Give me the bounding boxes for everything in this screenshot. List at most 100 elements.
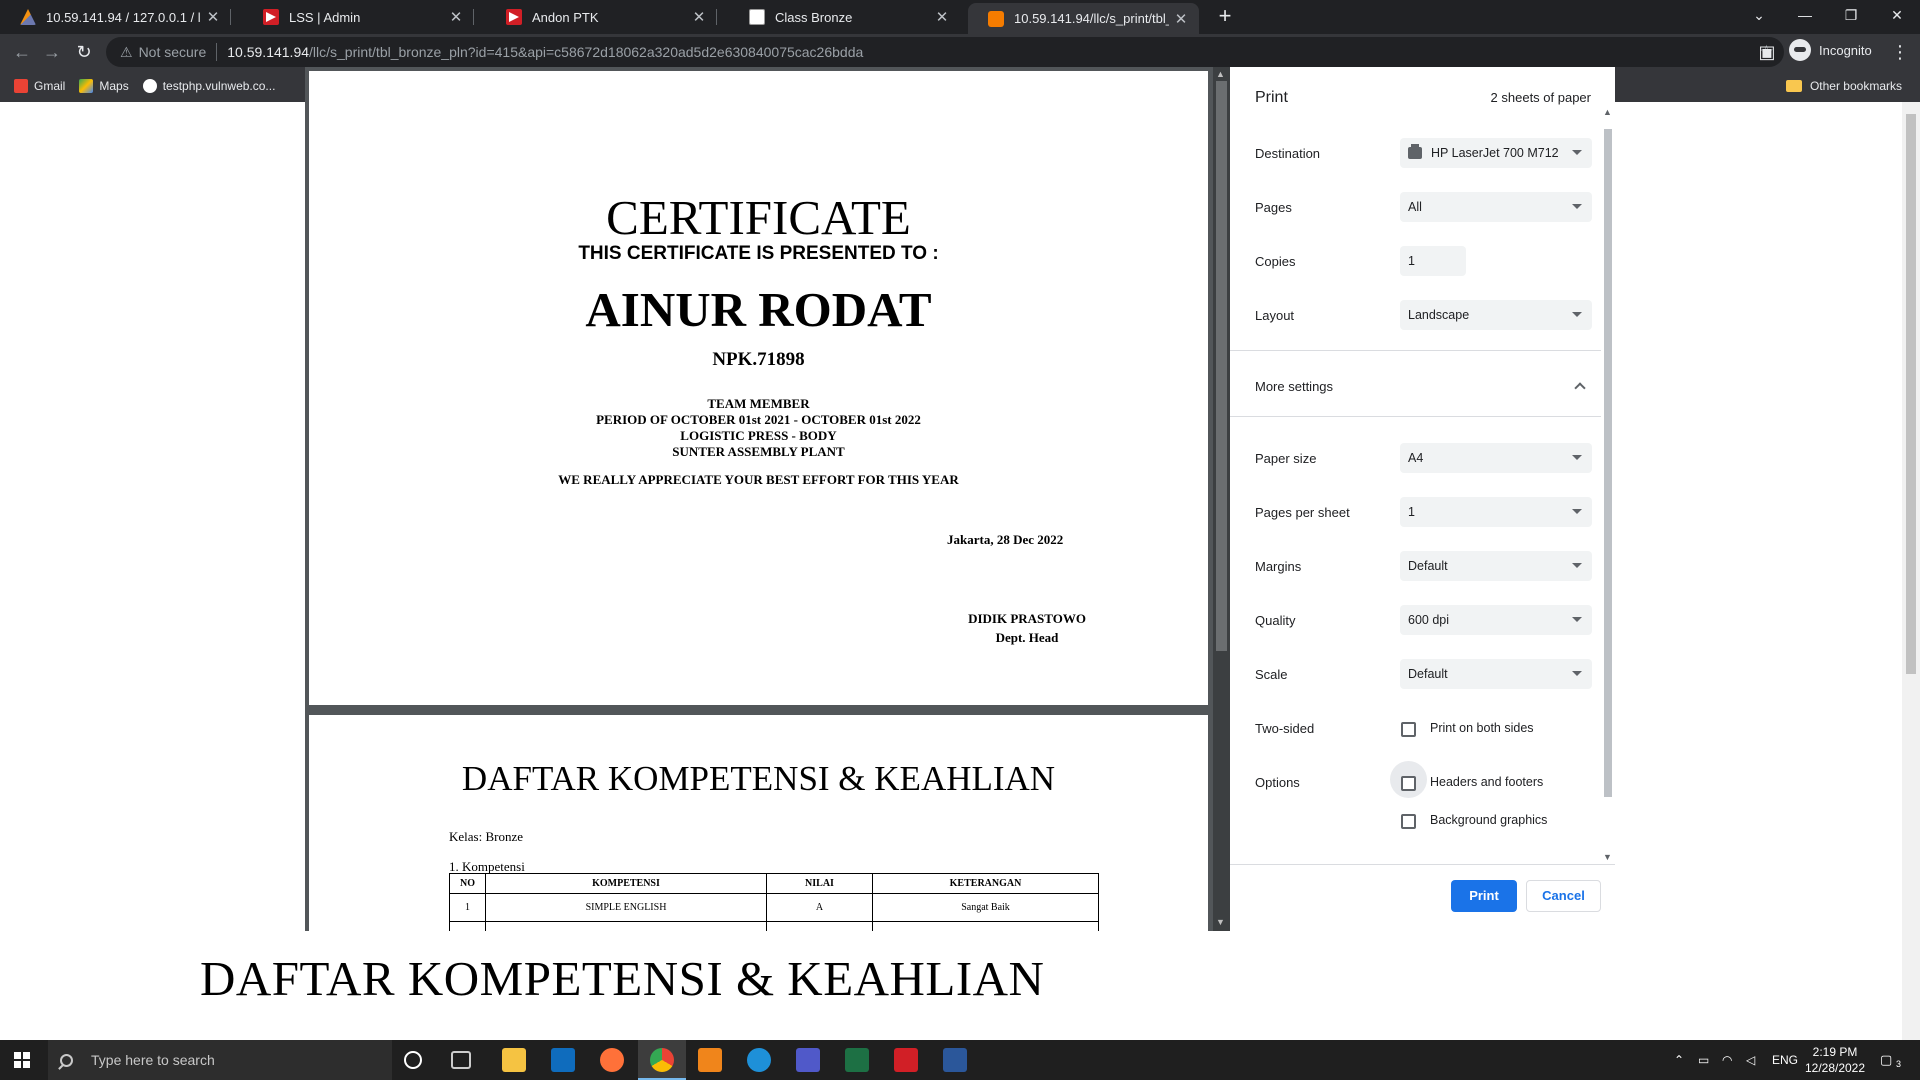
other-bookmarks-label: Other bookmarks [1809,79,1902,93]
two-sided-checkbox[interactable] [1401,722,1416,737]
table-cell: Sangat Baik [872,893,1099,922]
windows-taskbar: Type here to search ⌃ ▭ ◠ ◁ ENG 2:19 PM … [0,1040,1920,1080]
tab-title: 10.59.141.94 / 127.0.0.1 / llc / tbl [46,9,201,25]
firefox-icon[interactable] [600,1048,624,1072]
close-window-icon[interactable]: ✕ [1874,0,1920,30]
scroll-up-icon[interactable]: ▲ [1603,107,1612,117]
headers-footers-checkbox[interactable] [1401,776,1416,791]
wifi-icon[interactable]: ◠ [1722,1040,1732,1080]
background-graphics-checkbox[interactable] [1401,814,1416,829]
google-icon [142,79,157,93]
language-indicator[interactable]: ENG [1772,1040,1798,1080]
scroll-thumb[interactable] [1906,114,1916,674]
sublime-text-icon[interactable] [698,1048,722,1072]
incognito-badge[interactable]: Incognito [1789,39,1872,61]
period-line: PERIOD OF OCTOBER 01st 2021 - OCTOBER 01… [596,412,921,427]
system-clock[interactable]: 2:19 PM 12/28/2022 [1800,1044,1870,1076]
close-icon[interactable]: ✕ [687,8,711,26]
preview-scrollbar[interactable]: ▲ ▼ [1213,67,1230,931]
layout-select[interactable]: Landscape [1400,300,1592,330]
chrome-icon[interactable] [650,1048,674,1072]
address-bar[interactable]: ⚠ Not secure 10.59.141.94 /llc/s_print/t… [106,37,1784,67]
teams-icon[interactable] [796,1048,820,1072]
layout-value: Landscape [1408,308,1470,322]
preview-page-2: DAFTAR KOMPETENSI & KEAHLIAN Kelas: Bron… [309,715,1208,931]
word-icon[interactable] [943,1048,967,1072]
search-placeholder: Type here to search [91,1052,215,1068]
taskbar-search[interactable]: Type here to search [48,1040,392,1080]
red-app-icon[interactable] [894,1048,918,1072]
excel-icon[interactable] [845,1048,869,1072]
scroll-down-icon[interactable]: ▼ [1216,917,1225,927]
table-cell: A [766,893,873,922]
volume-icon[interactable]: ◁ [1746,1040,1755,1080]
outlook-icon[interactable] [551,1048,575,1072]
side-panel-icon[interactable]: ▣ [1755,40,1779,64]
page-scrollbar[interactable] [1902,102,1920,1040]
print-settings-panel: Print 2 sheets of paper Destination HP L… [1230,67,1615,931]
quality-select[interactable]: 600 dpi [1400,605,1592,635]
recipient-name: AINUR RODAT [585,282,932,337]
bookmark-maps[interactable]: Maps [79,79,129,93]
clock-date: 12/28/2022 [1804,1061,1866,1075]
scroll-up-icon[interactable]: ▲ [1216,69,1225,79]
close-icon[interactable]: ✕ [1169,10,1193,28]
destination-select[interactable]: HP LaserJet 700 M712 [1400,138,1592,168]
tab-andon-ptk[interactable]: Andon PTK ✕ [486,0,717,34]
scroll-thumb[interactable] [1216,81,1227,651]
battery-icon[interactable]: ▭ [1698,1040,1709,1080]
url-host: 10.59.141.94 [227,44,310,60]
paper-size-select[interactable]: A4 [1400,443,1592,473]
print-preview: CERTIFICATE THIS CERTIFICATE IS PRESENTE… [305,67,1230,931]
restore-icon[interactable]: ❐ [1828,0,1874,30]
print-button[interactable]: Print [1451,880,1517,912]
bookmark-label: testphp.vulnweb.co... [162,79,276,93]
internet-explorer-icon[interactable] [747,1048,771,1072]
tab-search-icon[interactable]: ⌄ [1736,0,1782,30]
destination-value: HP LaserJet 700 M712 [1431,146,1559,160]
scroll-down-icon[interactable]: ▼ [1603,852,1612,862]
new-tab-button[interactable]: + [1213,5,1237,29]
tab-print-active[interactable]: 10.59.141.94/llc/s_print/tbl_bronz ✕ [968,3,1199,34]
notifications-icon[interactable]: ▢ [1880,1040,1892,1080]
tab-phpmyadmin[interactable]: 10.59.141.94 / 127.0.0.1 / llc / tbl ✕ [0,0,231,34]
scale-select[interactable]: Default [1400,659,1592,689]
warning-icon: ⚠ [120,43,133,60]
reload-icon[interactable]: ↻ [72,40,96,64]
other-bookmarks[interactable]: Other bookmarks [1785,79,1902,93]
minimize-icon[interactable]: — [1782,0,1828,30]
bookmark-testphp[interactable]: testphp.vulnweb.co... [142,79,276,93]
forward-icon[interactable]: → [40,40,64,64]
close-icon[interactable]: ✕ [444,8,468,26]
cancel-button[interactable]: Cancel [1526,880,1601,912]
pages-select[interactable]: All [1400,192,1592,222]
bookmark-gmail[interactable]: Gmail [14,79,65,93]
table-cell: SIMPLE ENGLISH [485,893,767,922]
column-header: NILAI [766,873,873,894]
pages-per-sheet-select[interactable]: 1 [1400,497,1592,527]
incognito-icon [1789,39,1811,61]
chevron-up-icon[interactable] [1574,382,1586,394]
windows-start-icon[interactable] [14,1052,30,1068]
copies-input[interactable]: 1 [1400,246,1466,276]
tab-class-bronze[interactable]: Class Bronze ✕ [729,0,960,34]
file-explorer-icon[interactable] [502,1048,526,1072]
scroll-thumb[interactable] [1604,129,1612,797]
security-label: Not secure [138,44,207,60]
close-icon[interactable]: ✕ [930,8,954,26]
tab-separator [716,9,717,25]
tab-lss-admin[interactable]: LSS | Admin ✕ [243,0,474,34]
more-settings-toggle[interactable]: More settings [1255,379,1333,394]
menu-icon[interactable]: ⋮ [1888,40,1912,64]
cortana-icon[interactable] [404,1051,422,1069]
table-cell: 1 [449,893,486,922]
incognito-label: Incognito [1819,42,1872,58]
close-icon[interactable]: ✕ [201,8,225,26]
chevron-up-icon[interactable]: ⌃ [1674,1040,1684,1080]
settings-scrollbar[interactable]: ▲ ▼ [1601,107,1615,907]
back-icon[interactable]: ← [10,40,34,64]
margins-select[interactable]: Default [1400,551,1592,581]
competency-table: NO KOMPETENSI NILAI KETERANGAN 1 SIMPLE … [449,873,1099,931]
margins-label: Margins [1255,559,1302,574]
task-view-icon[interactable] [451,1051,471,1069]
